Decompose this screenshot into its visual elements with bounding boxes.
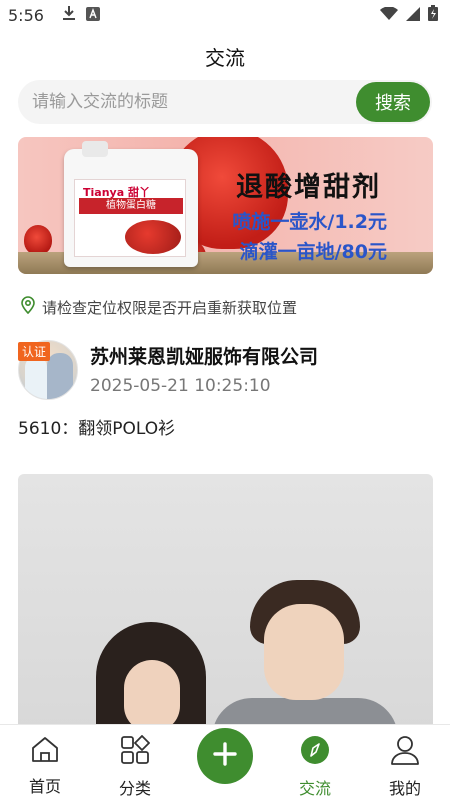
location-note-text: 请检查定位权限是否开启重新获取位置 (42, 298, 298, 317)
product-name: 植物蛋白糖 (79, 198, 183, 214)
tab-home[interactable]: 首页 (0, 725, 90, 800)
banner-headline: 退酸增甜剂 (236, 172, 381, 203)
status-bar: 5:56 (0, 0, 450, 30)
tab-home-label: 首页 (28, 777, 61, 796)
signal-icon (406, 6, 420, 25)
post-title[interactable]: 5610：翻领POLO衫 (18, 414, 175, 439)
search-bar: 搜索 (18, 80, 432, 124)
category-icon (120, 734, 151, 769)
location-note[interactable]: 请检查定位权限是否开启重新获取位置 (20, 296, 297, 318)
page-header: 交流 (0, 30, 450, 82)
post-image[interactable] (18, 474, 433, 734)
banner-line-2: 滴灌一亩地/80元 (239, 241, 387, 263)
banner-line-1: 喷施一壶水/1.2元 (232, 211, 387, 233)
compass-icon (300, 735, 330, 769)
location-pin-icon (20, 296, 36, 318)
home-icon (30, 735, 60, 767)
search-input[interactable] (18, 80, 356, 124)
plus-icon (212, 741, 238, 771)
download-icon (62, 5, 76, 25)
company-name[interactable]: 苏州莱恩凯娅服饰有限公司 (90, 342, 318, 369)
strawberry-image (24, 225, 52, 255)
post-time: 2025-05-21 10:25:10 (90, 376, 271, 396)
add-post-button[interactable] (197, 728, 253, 784)
page-title: 交流 (205, 45, 245, 70)
promo-banner[interactable]: Tianya 甜丫 植物蛋白糖 退酸增甜剂 喷施一壶水/1.2元 滴灌一亩地/8… (18, 137, 433, 274)
search-button[interactable]: 搜索 (356, 82, 430, 122)
wifi-icon (380, 5, 398, 25)
battery-icon (428, 5, 438, 25)
tab-category-label: 分类 (118, 779, 151, 798)
tab-profile-label: 我的 (388, 779, 421, 798)
tab-community-label: 交流 (298, 779, 331, 798)
user-icon (390, 735, 420, 769)
tab-profile[interactable]: 我的 (360, 725, 450, 800)
verified-badge: 认证 (18, 342, 51, 361)
status-time: 5:56 (8, 5, 44, 25)
tab-community[interactable]: 交流 (270, 725, 360, 800)
tab-category[interactable]: 分类 (90, 725, 180, 800)
product-jug-image: Tianya 甜丫 植物蛋白糖 (64, 141, 198, 267)
notification-a-icon (85, 6, 100, 25)
